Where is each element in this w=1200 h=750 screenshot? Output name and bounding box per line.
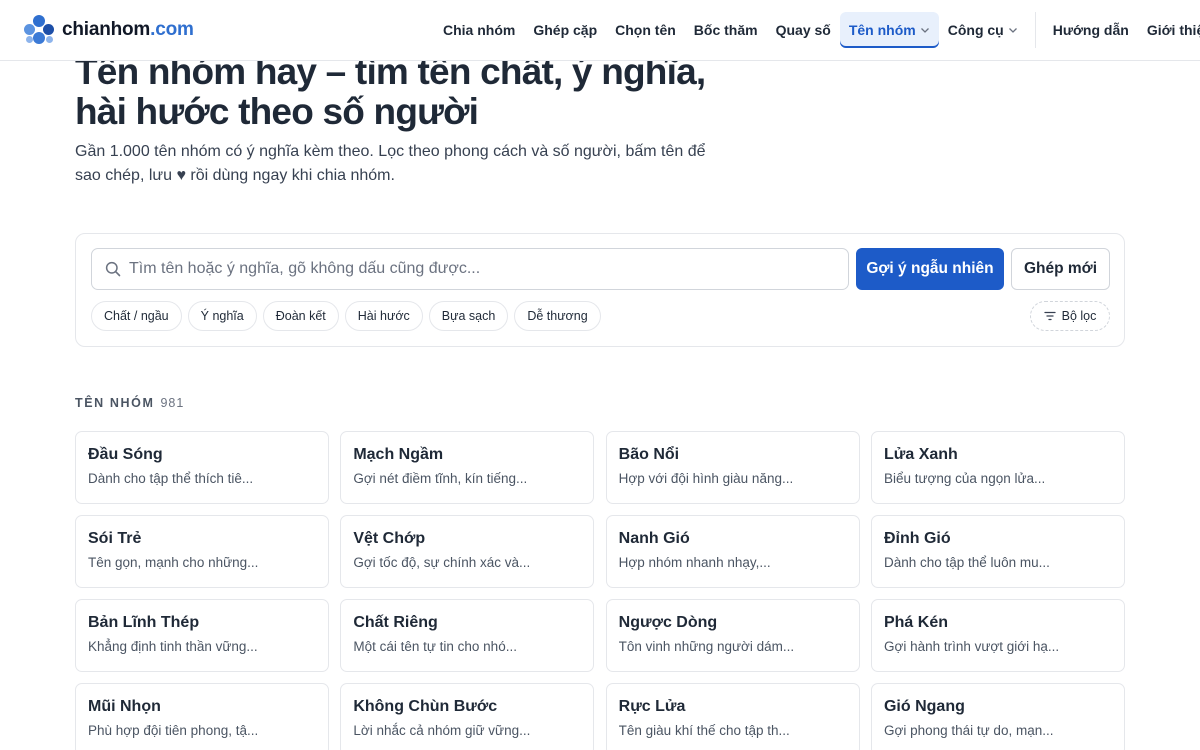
nav-ten-nhom-label: Tên nhóm (848, 22, 916, 38)
card-desc: Hợp với đội hình giàu năng... (618, 471, 794, 486)
card-title: Lửa Xanh (883, 446, 958, 463)
name-card[interactable]: Chất Riêng Một cái tên tự tin cho nhó... (340, 599, 595, 672)
chevron-down-icon (1008, 28, 1017, 33)
filter-button[interactable]: Bộ lọc (1030, 301, 1110, 331)
card-desc: Khẳng định tinh thần vững... (88, 639, 258, 654)
chevron-down-icon (920, 28, 929, 33)
card-title: Không Chùn Bước (353, 698, 498, 715)
card-title: Chất Riêng (353, 614, 438, 631)
logo-wordmark: chianhom.com (62, 19, 194, 40)
chip-hai-huoc[interactable]: Hài hước (344, 301, 423, 331)
page-title: Tên nhóm hay – tìm tên chất, ý nghĩa, hà… (75, 51, 706, 132)
chip-bua-sach[interactable]: Bựa sạch (428, 301, 509, 331)
search-input[interactable] (129, 260, 819, 278)
card-desc: Gợi tốc độ, sự chính xác và... (353, 555, 531, 570)
chip-doan-ket[interactable]: Đoàn kết (262, 301, 339, 331)
card-title: Ngược Dòng (618, 614, 718, 631)
card-desc: Gợi phong thái tự do, mạn... (883, 723, 1054, 738)
card-title: Nanh Gió (618, 530, 690, 547)
card-title: Mũi Nhọn (88, 698, 161, 715)
name-card[interactable]: Phá Kén Gợi hành trình vượt giới hạ... (870, 599, 1125, 672)
card-desc: Tên giàu khí thế cho tập th... (618, 723, 790, 738)
nav-ghep-cap[interactable]: Ghép cặp (524, 12, 606, 48)
name-card[interactable]: Mũi Nhọn Phù hợp đội tiên phong, tậ... (75, 683, 329, 750)
results-count: 981 (160, 396, 185, 410)
top-navigation-bar: chianhom.com Chia nhóm Ghép cặp Chọn tên… (0, 0, 1200, 61)
card-title: Phá Kén (883, 614, 948, 631)
name-card[interactable]: Nanh Gió Hợp nhóm nhanh nhạy,... (605, 515, 860, 588)
card-desc: Lời nhắc cả nhóm giữ vững... (353, 723, 531, 738)
chip-chat-ngau[interactable]: Chất / ngầu (91, 301, 182, 331)
search-icon (105, 261, 121, 277)
card-desc: Gợi nét điềm tĩnh, kín tiếng... (353, 471, 528, 486)
name-card[interactable]: Rực Lửa Tên giàu khí thế cho tập th... (605, 683, 860, 750)
name-card[interactable]: Ngược Dòng Tôn vinh những người dám... (605, 599, 860, 672)
name-card[interactable]: Bão Nổi Hợp với đội hình giàu năng... (605, 431, 860, 504)
card-desc: Dành cho tập thể luôn mu... (883, 555, 1050, 570)
name-card[interactable]: Đầu Sóng Dành cho tập thể thích tiê... (75, 431, 329, 504)
nav-ten-nhom[interactable]: Tên nhóm (839, 12, 939, 48)
main-nav: Chia nhóm Ghép cặp Chọn tên Bốc thăm Qua… (434, 11, 1200, 49)
nav-gioi-thieu[interactable]: Giới thiệu (1138, 12, 1200, 48)
card-desc: Một cái tên tự tin cho nhó... (353, 639, 517, 654)
card-desc: Hợp nhóm nhanh nhạy,... (618, 555, 771, 570)
logo-dots-icon (24, 15, 54, 45)
name-card[interactable]: Bản Lĩnh Thép Khẳng định tinh thần vững..… (75, 599, 329, 672)
card-desc: Tên gọn, mạnh cho những... (88, 555, 259, 570)
card-title: Rực Lửa (618, 698, 686, 715)
filter-label: Bộ lọc (1061, 309, 1097, 323)
site-logo[interactable]: chianhom.com (24, 14, 194, 46)
team-name-grid: Đầu Sóng Dành cho tập thể thích tiê... Mạ… (75, 431, 1125, 750)
nav-huong-dan[interactable]: Hướng dẫn (1044, 12, 1138, 48)
card-title: Bão Nổi (618, 446, 680, 463)
card-desc: Biểu tượng của ngọn lửa... (883, 471, 1046, 486)
card-title: Đầu Sóng (88, 446, 163, 463)
name-card[interactable]: Vệt Chớp Gợi tốc độ, sự chính xác và... (340, 515, 595, 588)
chip-de-thuong[interactable]: Dễ thương (514, 301, 601, 331)
style-chips: Chất / ngầu Ý nghĩa Đoàn kết Hài hước Bự… (91, 301, 607, 331)
search-box[interactable] (91, 248, 849, 290)
results-heading-text: Tên nhóm (75, 396, 155, 410)
name-card[interactable]: Đỉnh Gió Dành cho tập thể luôn mu... (870, 515, 1125, 588)
name-card[interactable]: Mạch Ngầm Gợi nét điềm tĩnh, kín tiếng... (340, 431, 595, 504)
results-heading: Tên nhóm 981 (75, 396, 184, 410)
card-title: Bản Lĩnh Thép (88, 614, 200, 631)
random-suggest-button[interactable]: Gợi ý ngẫu nhiên (856, 248, 1004, 290)
chip-y-nghia[interactable]: Ý nghĩa (187, 301, 257, 331)
card-desc: Tôn vinh những người dám... (618, 639, 795, 654)
nav-cong-cu[interactable]: Công cụ (939, 12, 1027, 48)
nav-boc-tham[interactable]: Bốc thăm (685, 12, 767, 48)
card-title: Đỉnh Gió (883, 530, 951, 547)
name-card[interactable]: Lửa Xanh Biểu tượng của ngọn lửa... (870, 431, 1125, 504)
page-subtitle: Gần 1.000 tên nhóm có ý nghĩa kèm theo. … (75, 143, 706, 184)
nav-chia-nhom[interactable]: Chia nhóm (434, 12, 524, 48)
card-title: Mạch Ngầm (353, 446, 444, 463)
new-combine-button[interactable]: Ghép mới (1011, 248, 1110, 290)
search-panel: Gợi ý ngẫu nhiên Ghép mới Chất / ngầu Ý … (75, 233, 1125, 347)
card-desc: Phù hợp đội tiên phong, tậ... (88, 723, 259, 738)
name-card[interactable]: Không Chùn Bước Lời nhắc cả nhóm giữ vững… (340, 683, 595, 750)
name-card[interactable]: Gió Ngang Gợi phong thái tự do, mạn... (870, 683, 1125, 750)
card-title: Vệt Chớp (353, 530, 426, 547)
card-desc: Dành cho tập thể thích tiê... (88, 471, 254, 486)
nav-divider (1034, 12, 1036, 48)
card-title: Sói Trẻ (88, 530, 142, 547)
card-title: Gió Ngang (883, 698, 965, 715)
nav-cong-cu-label: Công cụ (947, 22, 1004, 38)
filter-icon (1043, 311, 1056, 321)
card-desc: Gợi hành trình vượt giới hạ... (883, 639, 1060, 654)
name-card[interactable]: Sói Trẻ Tên gọn, mạnh cho những... (75, 515, 329, 588)
nav-quay-so[interactable]: Quay số (767, 12, 840, 48)
nav-chon-ten[interactable]: Chọn tên (606, 12, 685, 48)
